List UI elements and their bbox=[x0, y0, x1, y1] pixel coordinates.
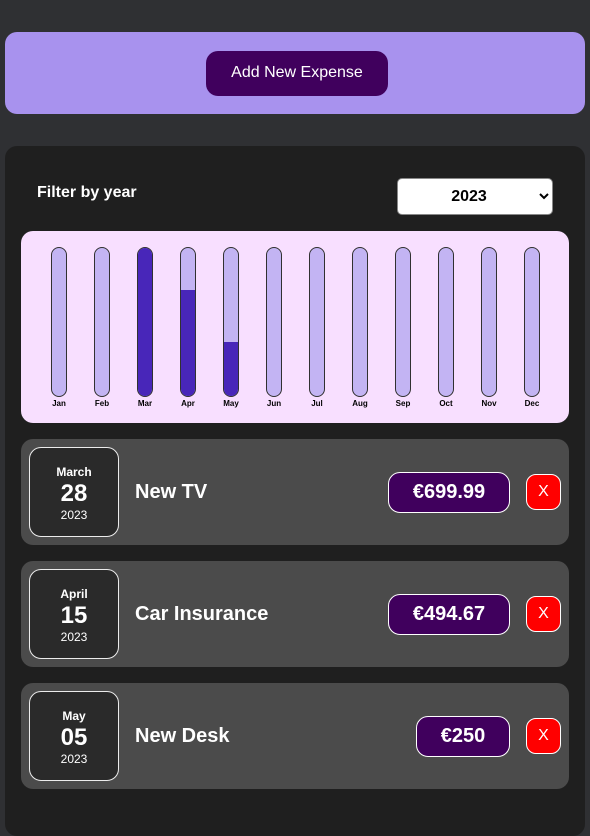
expense-price: €250 bbox=[416, 716, 510, 757]
chart-bar-track bbox=[481, 247, 497, 397]
chart-bar-track bbox=[137, 247, 153, 397]
chart-bar-nov: Nov bbox=[481, 247, 497, 408]
chart-bar-track bbox=[94, 247, 110, 397]
expense-date-year: 2023 bbox=[60, 630, 88, 644]
expense-date-year: 2023 bbox=[60, 752, 88, 766]
expense-date-day: 15 bbox=[60, 602, 88, 629]
delete-expense-button[interactable]: X bbox=[526, 596, 561, 632]
chart-bar-track bbox=[51, 247, 67, 397]
chart-bar-track bbox=[438, 247, 454, 397]
chart-bar-jun: Jun bbox=[266, 247, 282, 408]
chart-bar-jul: Jul bbox=[309, 247, 325, 408]
chart-bar-label: Sep bbox=[395, 399, 411, 408]
expense-date-day: 28 bbox=[60, 480, 88, 507]
chart-bar-sep: Sep bbox=[395, 247, 411, 408]
chart-bar-dec: Dec bbox=[524, 247, 540, 408]
expense-item: March 28 2023 New TV €699.99 X bbox=[21, 439, 569, 545]
chart-bar-label: May bbox=[223, 399, 239, 408]
chart-bar-jan: Jan bbox=[51, 247, 67, 408]
chart-bar-label: Mar bbox=[137, 399, 153, 408]
chart-bar-label: Oct bbox=[439, 399, 453, 408]
chart-bar-track bbox=[309, 247, 325, 397]
chart-bar-label: Aug bbox=[352, 399, 368, 408]
expense-title: New TV bbox=[135, 481, 208, 503]
chart-bar-fill bbox=[224, 342, 238, 396]
expense-date-month: May bbox=[62, 709, 86, 723]
expense-item: April 15 2023 Car Insurance €494.67 X bbox=[21, 561, 569, 667]
expenses-panel: Filter by year 2023 Jan Feb Mar Apr May Jun Ju… bbox=[5, 146, 585, 836]
expense-item: May 05 2023 New Desk €250 X bbox=[21, 683, 569, 789]
chart-bar-track bbox=[266, 247, 282, 397]
chart-bar-apr: Apr bbox=[180, 247, 196, 408]
chart-bar-label: Jun bbox=[266, 399, 282, 408]
expense-date-month: March bbox=[56, 465, 92, 479]
chart-bar-may: May bbox=[223, 247, 239, 408]
chart-bar-track bbox=[352, 247, 368, 397]
chart-bar-label: Apr bbox=[181, 399, 195, 408]
chart-bar-label: Dec bbox=[524, 399, 540, 408]
expense-date-month: April bbox=[60, 587, 88, 601]
chart-bar-aug: Aug bbox=[352, 247, 368, 408]
expense-date-day: 05 bbox=[60, 724, 88, 751]
delete-expense-button[interactable]: X bbox=[526, 718, 561, 754]
expense-price: €494.67 bbox=[388, 594, 510, 635]
chart-bar-track bbox=[180, 247, 196, 397]
chart-bar-fill bbox=[138, 248, 152, 396]
expense-date: March 28 2023 bbox=[29, 447, 119, 537]
chart-bar-label: Feb bbox=[94, 399, 110, 408]
expense-price: €699.99 bbox=[388, 472, 510, 513]
year-filter-select[interactable]: 2023 bbox=[397, 178, 553, 215]
chart-bar-track bbox=[524, 247, 540, 397]
chart-bar-feb: Feb bbox=[94, 247, 110, 408]
chart-bar-track bbox=[395, 247, 411, 397]
chart-bar-mar: Mar bbox=[137, 247, 153, 408]
expense-title: New Desk bbox=[135, 725, 230, 747]
expense-date-year: 2023 bbox=[60, 508, 88, 522]
expense-date: April 15 2023 bbox=[29, 569, 119, 659]
expense-title: Car Insurance bbox=[135, 603, 269, 625]
chart-bar-oct: Oct bbox=[438, 247, 454, 408]
chart-bar-fill bbox=[181, 290, 195, 396]
delete-expense-button[interactable]: X bbox=[526, 474, 561, 510]
chart-bar-label: Jan bbox=[52, 399, 66, 408]
chart-bar-label: Nov bbox=[481, 399, 497, 408]
filter-label: Filter by year bbox=[37, 184, 137, 201]
expenses-chart: Jan Feb Mar Apr May Jun Jul Aug Sep Oct Nov Dec bbox=[21, 231, 569, 423]
chart-bar-track bbox=[223, 247, 239, 397]
add-new-expense-button[interactable]: Add New Expense bbox=[206, 50, 388, 96]
new-expense-panel: Add New Expense bbox=[5, 32, 585, 114]
expense-date: May 05 2023 bbox=[29, 691, 119, 781]
chart-bar-label: Jul bbox=[311, 399, 323, 408]
